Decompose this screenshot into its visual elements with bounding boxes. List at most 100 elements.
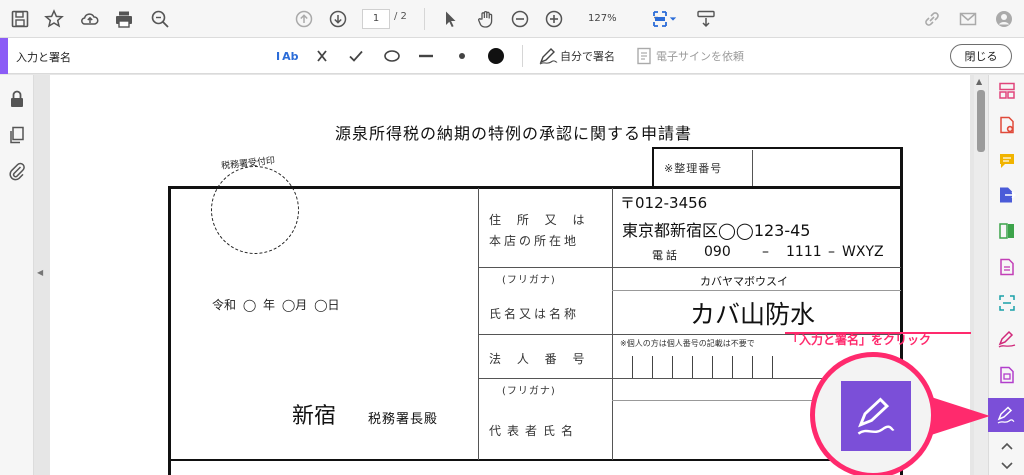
- phone-label: 電話: [652, 249, 680, 262]
- chevron-up-icon[interactable]: [997, 437, 1017, 457]
- dot-mark-button[interactable]: [452, 45, 472, 67]
- reception-stamp-circle: [211, 166, 299, 254]
- page-down-icon[interactable]: [324, 5, 352, 33]
- add-text-button[interactable]: I Ab: [276, 45, 298, 67]
- page-thumbnails-icon[interactable]: [7, 125, 27, 145]
- collapse-left-panel-icon[interactable]: ◀: [37, 268, 43, 277]
- address-label-line1: 住 所 又 は: [489, 213, 591, 227]
- phone-part-1: 090: [704, 244, 731, 260]
- request-esign-button[interactable]: 電子サインを依頼: [634, 45, 744, 67]
- main-toolbar: 1 / 2 127% ▾: [0, 0, 1024, 38]
- zoom-in-icon[interactable]: [540, 5, 568, 33]
- fill-sign-pen-icon: [857, 397, 895, 435]
- page-number-input[interactable]: 1: [362, 9, 390, 29]
- line-mark-button[interactable]: [416, 45, 436, 67]
- digit-box-divider: [692, 356, 693, 378]
- corp-number-label: 法 人 番 号: [489, 352, 591, 366]
- phone-dash-2: –: [828, 244, 835, 260]
- furigana-label: (フリガナ): [502, 275, 556, 286]
- check-mark-button[interactable]: [346, 45, 366, 67]
- hand-tool-icon[interactable]: [472, 5, 500, 33]
- toolbar-divider: [424, 8, 425, 30]
- ref-number-label: ※整理番号: [664, 162, 723, 175]
- save-icon[interactable]: [6, 5, 34, 33]
- scroll-up-icon[interactable]: ▲: [976, 77, 982, 86]
- cross-icon: [317, 50, 327, 62]
- zoom-level-value: 127%: [588, 13, 617, 24]
- form-border: [478, 188, 479, 460]
- zoom-out-icon[interactable]: [506, 5, 534, 33]
- postal-code: 〒012-3456: [620, 194, 708, 212]
- scroll-mode-icon[interactable]: [692, 5, 720, 33]
- mail-icon[interactable]: [954, 5, 982, 33]
- acrobat-window: 1 / 2 127% ▾: [0, 0, 1024, 475]
- form-border: [612, 290, 901, 291]
- pen-sign-icon: [539, 48, 558, 65]
- zoom-search-icon[interactable]: [146, 5, 174, 33]
- furigana-label-2: (フリガナ): [502, 386, 556, 397]
- address-label-line2: 本店の所在地: [489, 234, 580, 248]
- export-pdf-icon[interactable]: [997, 185, 1017, 205]
- magnified-tile: [841, 381, 911, 451]
- create-pdf-icon[interactable]: [997, 115, 1017, 135]
- request-signature-icon[interactable]: [997, 329, 1017, 349]
- callout-instruction: 「入力と署名」をクリック: [787, 333, 932, 347]
- form-border: [752, 150, 753, 186]
- document-title: 源泉所得税の納期の特例の承認に関する申請書: [335, 124, 693, 143]
- scan-ocr-icon[interactable]: [997, 293, 1017, 313]
- form-border: [652, 147, 654, 187]
- form-border: [168, 186, 171, 475]
- esign-document-icon: [637, 47, 651, 65]
- tool-title: 入力と署名: [16, 51, 71, 64]
- color-picker-button[interactable]: [486, 45, 506, 67]
- digit-box-divider: [712, 356, 713, 378]
- corp-number-note: ※個人の方は個人番号の記載は不要で: [620, 339, 755, 348]
- left-navigation-rail: [0, 75, 34, 475]
- cross-mark-button[interactable]: [312, 45, 332, 67]
- name-value: カバ山防水: [690, 300, 816, 329]
- digit-box-divider: [632, 356, 633, 378]
- page-up-icon[interactable]: [290, 5, 318, 33]
- toolbar-divider: [522, 45, 523, 67]
- callout-pointer-arrow: [928, 396, 990, 436]
- prepare-form-icon[interactable]: [997, 365, 1017, 385]
- self-sign-label: 自分で署名: [560, 50, 615, 63]
- lock-icon[interactable]: [7, 89, 27, 109]
- name-label: 氏名又は名称: [489, 307, 580, 321]
- organize-pages-icon[interactable]: [997, 81, 1017, 101]
- print-icon[interactable]: [110, 5, 138, 33]
- form-border: [612, 188, 613, 460]
- compress-pdf-icon[interactable]: [997, 221, 1017, 241]
- user-account-icon[interactable]: [990, 5, 1018, 33]
- page-total: / 2: [394, 11, 407, 22]
- comment-icon[interactable]: [997, 151, 1017, 171]
- furigana-value: カバヤマボウスイ: [700, 275, 788, 288]
- digit-box-divider: [752, 356, 753, 378]
- attachment-paperclip-icon[interactable]: [7, 161, 27, 181]
- form-border: [168, 459, 903, 461]
- add-text-label: Ab: [282, 49, 299, 63]
- request-esign-label: 電子サインを依頼: [656, 50, 744, 63]
- cloud-upload-icon[interactable]: [76, 5, 104, 33]
- representative-label: 代表者氏名: [489, 424, 580, 438]
- phone-part-3: WXYZ: [842, 244, 884, 260]
- fill-sign-tool-button[interactable]: [988, 398, 1024, 432]
- chevron-down-icon[interactable]: [997, 455, 1017, 475]
- self-sign-button[interactable]: 自分で署名: [538, 45, 615, 67]
- bookmark-star-icon[interactable]: [40, 5, 68, 33]
- select-cursor-icon[interactable]: [436, 5, 464, 33]
- line-icon: [419, 54, 433, 58]
- edit-pdf-icon[interactable]: [997, 257, 1017, 277]
- close-tool-button[interactable]: 閉じる: [950, 44, 1012, 68]
- tax-office-name: 新宿: [292, 404, 337, 429]
- circle-mark-button[interactable]: [382, 45, 402, 67]
- dot-icon: [459, 53, 465, 59]
- scrollbar-thumb[interactable]: [977, 90, 985, 152]
- text-cursor-icon: I: [276, 49, 281, 63]
- link-icon[interactable]: [918, 5, 946, 33]
- color-swatch-icon: [488, 48, 504, 64]
- fill-sign-toolbar: 入力と署名 I Ab 自分で署名 電子サインを依頼 閉じる: [0, 38, 1024, 74]
- digit-box-divider: [672, 356, 673, 378]
- phone-part-2: 1111: [786, 244, 822, 260]
- chevron-down-icon[interactable]: [666, 5, 680, 33]
